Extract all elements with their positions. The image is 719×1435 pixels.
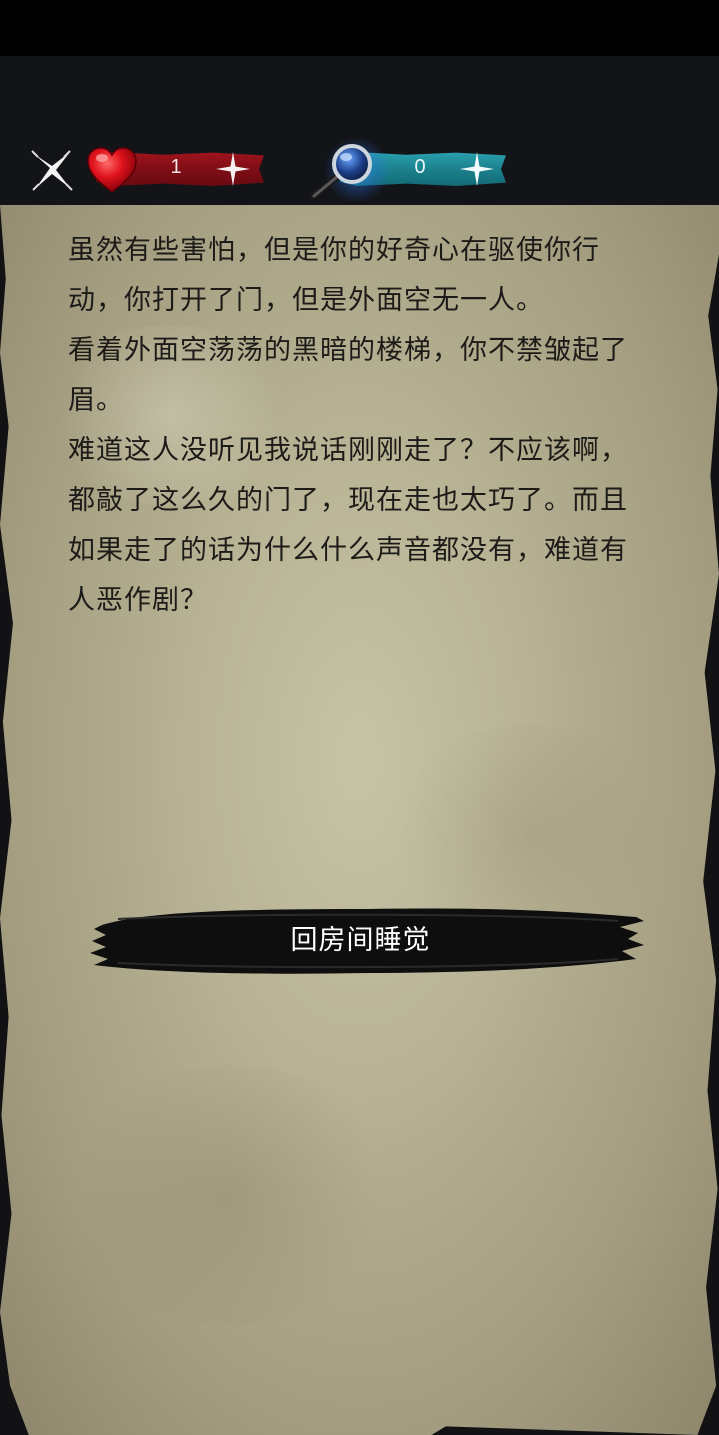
story-paragraph: 虽然有些害怕，但是你的好奇心在驱使你行动，你打开了门，但是外面空无一人。 [68,235,600,316]
story-paragraph: 看着外面空荡荡的黑暗的楼梯，你不禁皱起了眉。 [68,335,628,416]
magnifier-icon [304,140,384,204]
add-lives-button[interactable] [214,150,252,188]
story-text: 虽然有些害怕，但是你的好奇心在驱使你行动，你打开了门，但是外面空无一人。 看着外… [68,226,648,626]
lives-bar: 1 [87,146,264,193]
heart-icon [84,144,140,196]
status-bar [0,0,719,56]
lives-count: 1 [170,156,182,178]
choice-button[interactable]: 回房间睡觉 [88,903,648,979]
hints-bar: 0 [310,138,506,202]
plus-sparkle-icon [216,152,250,186]
plus-sparkle-icon [460,152,494,186]
hud: 1 0 [0,138,719,202]
story-paragraph: 难道这人没听见我说话刚刚走了？不应该啊，都敲了这么久的门了，现在走也太巧了。而且… [68,435,628,616]
hints-count: 0 [414,156,426,178]
close-x-icon[interactable] [30,148,74,192]
add-hints-button[interactable] [458,150,496,188]
choice-label: 回房间睡觉 [290,925,431,956]
